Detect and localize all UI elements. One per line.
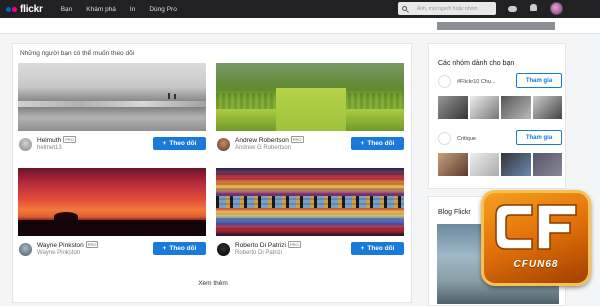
watermark-brand: CFUN68 [513, 259, 559, 270]
nav-link-explore[interactable]: Khám phá [86, 6, 116, 13]
follow-button[interactable]: + Theo dõi [153, 242, 206, 255]
pro-badge: PRO [63, 136, 76, 143]
logo-blue-dot [6, 6, 11, 12]
person-photo[interactable] [216, 63, 404, 131]
group-thumbnail[interactable] [469, 96, 499, 119]
person-avatar[interactable] [217, 243, 230, 256]
person-username: Roberto Di Patrizi [235, 250, 283, 256]
follow-button[interactable]: + Theo dõi [153, 137, 206, 150]
person-name[interactable]: Wayne Pinkston PRO [37, 241, 99, 249]
person-card: Helmuth PRO helmet13 + Theo dõi [18, 63, 206, 157]
nav-link-prints[interactable]: In [130, 6, 135, 13]
person-avatar[interactable] [19, 138, 32, 151]
photo-figure [168, 93, 170, 99]
person-photo[interactable] [216, 168, 404, 236]
logo-pink-dot [12, 6, 17, 12]
pro-badge: PRO [287, 241, 301, 248]
nav-link-you[interactable]: Bạn [61, 6, 73, 13]
blog-title: Blog Flickr [438, 209, 471, 216]
person-photo[interactable] [18, 63, 206, 131]
see-more-link[interactable]: Xem thêm [13, 280, 413, 287]
cf-logo-icon [495, 204, 577, 250]
search-placeholder: Ảnh, mọi người hoặc nhóm [417, 5, 478, 12]
search-input[interactable]: Ảnh, mọi người hoặc nhóm [398, 2, 496, 15]
notification-bell-icon[interactable] [528, 3, 539, 14]
secondary-bar-strip [437, 22, 555, 30]
photo-hill [18, 220, 206, 236]
person-avatar[interactable] [217, 138, 230, 151]
logo-text: flickr [20, 3, 43, 15]
group-thumbnail[interactable] [501, 96, 531, 119]
group-avatar[interactable] [438, 75, 451, 88]
group-name[interactable]: Critique [457, 136, 476, 142]
group-thumbnail[interactable] [438, 96, 468, 119]
join-group-button[interactable]: Tham gia [516, 73, 562, 88]
person-username: Wayne Pinkston [37, 250, 81, 256]
person-card: Roberto Di Patrizi PRO Roberto Di Patrizi… [216, 168, 404, 262]
plus-icon: + [360, 245, 365, 252]
people-suggestions-panel: Những người bạn có thể muốn theo dõi Hel… [12, 43, 412, 303]
user-avatar[interactable] [550, 2, 563, 15]
person-photo[interactable] [18, 168, 206, 236]
join-group-button[interactable]: Tham gia [516, 130, 562, 145]
group-thumbnail[interactable] [501, 153, 531, 176]
person-username: helmet13 [37, 145, 62, 151]
nav-link-get-pro[interactable]: Dùng Pro [149, 6, 176, 13]
group-thumbnails [438, 153, 562, 176]
person-name[interactable]: Andrew Robertson PRO [235, 136, 304, 144]
top-nav: flickr Bạn Khám phá In Dùng Pro Ảnh, mọi… [0, 0, 600, 18]
search-icon [402, 6, 407, 11]
plus-icon: + [162, 140, 167, 147]
groups-title: Các nhóm dành cho bạn [438, 60, 515, 67]
group-name[interactable]: #Flickr10 Chụ... [457, 79, 496, 85]
groups-panel: Các nhóm dành cho bạn #Flickr10 Chụ... T… [428, 43, 566, 189]
plus-icon: + [360, 140, 365, 147]
person-username: Andrew G Robertson [235, 145, 292, 151]
person-avatar[interactable] [19, 243, 32, 256]
flickr-logo[interactable]: flickr [6, 4, 43, 15]
group-thumbnail[interactable] [438, 153, 468, 176]
group-avatar[interactable] [438, 132, 451, 145]
follow-button[interactable]: + Theo dõi [351, 137, 404, 150]
panel-title: Những người bạn có thể muốn theo dõi [20, 50, 135, 57]
secondary-bar [0, 18, 600, 34]
group-thumbnail[interactable] [532, 96, 562, 119]
person-card: Andrew Robertson PRO Andrew G Robertson +… [216, 63, 404, 157]
pro-badge: PRO [85, 241, 99, 248]
group-thumbnail[interactable] [469, 153, 499, 176]
person-name[interactable]: Roberto Di Patrizi PRO [235, 241, 301, 249]
person-name[interactable]: Helmuth PRO [37, 136, 76, 144]
group-thumbnail[interactable] [532, 153, 562, 176]
photo-stripes [216, 168, 404, 236]
photo-wave [18, 101, 206, 107]
photo-band [276, 88, 346, 131]
group-thumbnails [438, 96, 562, 119]
pro-badge: PRO [290, 136, 304, 143]
upload-icon[interactable] [507, 3, 518, 14]
person-card: Wayne Pinkston PRO Wayne Pinkston + Theo d… [18, 168, 206, 262]
follow-button[interactable]: + Theo dõi [351, 242, 404, 255]
plus-icon: + [162, 245, 167, 252]
cfun68-watermark-logo: CFUN68 [481, 190, 591, 286]
photo-figure [174, 94, 176, 99]
